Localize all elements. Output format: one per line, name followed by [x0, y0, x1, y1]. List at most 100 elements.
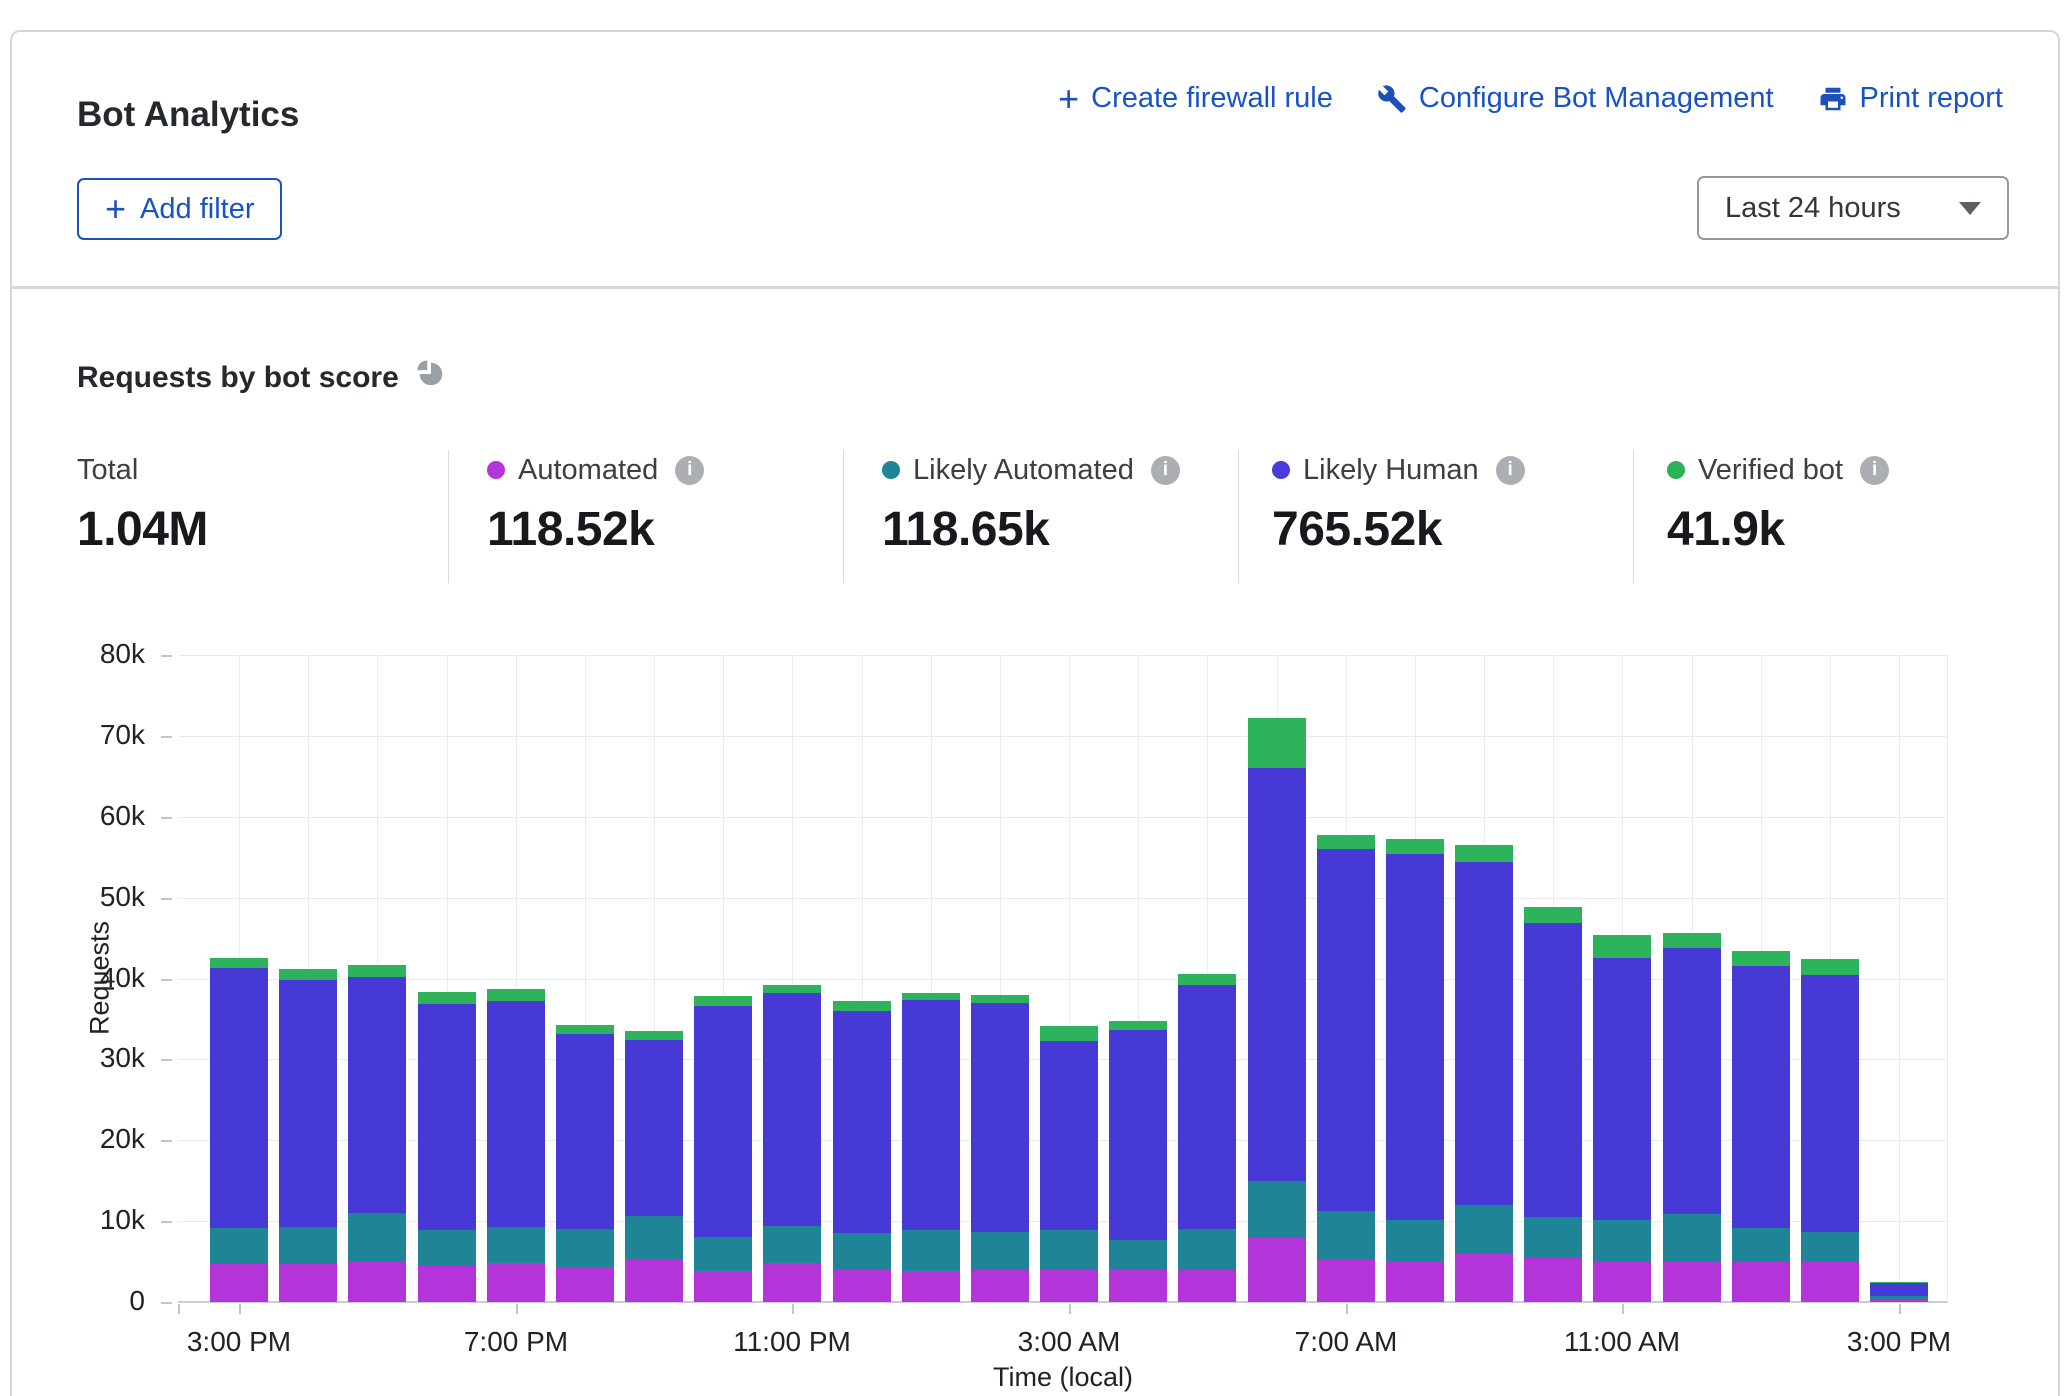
- bar-segment[interactable]: [1593, 1262, 1651, 1302]
- bar-segment[interactable]: [902, 1230, 960, 1271]
- bar-segment[interactable]: [1524, 1217, 1582, 1257]
- bar-segment[interactable]: [833, 1011, 891, 1233]
- bar-segment[interactable]: [556, 1034, 614, 1230]
- bar-segment[interactable]: [1801, 1232, 1859, 1263]
- bar-segment[interactable]: [210, 968, 268, 1228]
- bar-segment[interactable]: [1248, 1237, 1306, 1302]
- bar-segment[interactable]: [1663, 1214, 1721, 1261]
- bar-segment[interactable]: [1593, 935, 1651, 958]
- bar-segment[interactable]: [833, 1233, 891, 1269]
- info-icon[interactable]: i: [1151, 456, 1180, 485]
- bar-segment[interactable]: [1386, 1261, 1444, 1302]
- bar-segment[interactable]: [279, 980, 337, 1227]
- bar-segment[interactable]: [1732, 1262, 1790, 1302]
- bar-segment[interactable]: [210, 958, 268, 969]
- bar-segment[interactable]: [1593, 1220, 1651, 1261]
- bar-segment[interactable]: [763, 1263, 821, 1302]
- bar-segment[interactable]: [1386, 1220, 1444, 1261]
- bar-segment[interactable]: [625, 1031, 683, 1040]
- bar-segment[interactable]: [1109, 1021, 1167, 1031]
- bar-segment[interactable]: [1455, 845, 1513, 862]
- bar-segment[interactable]: [1524, 907, 1582, 922]
- bar-segment[interactable]: [1178, 1229, 1236, 1269]
- bar-segment[interactable]: [1178, 974, 1236, 985]
- bar-segment[interactable]: [1248, 1181, 1306, 1238]
- bar-segment[interactable]: [833, 1269, 891, 1302]
- bar-segment[interactable]: [210, 1228, 268, 1264]
- bar-segment[interactable]: [1248, 718, 1306, 768]
- bar-segment[interactable]: [1455, 862, 1513, 1205]
- bar-segment[interactable]: [1455, 1254, 1513, 1302]
- bar-segment[interactable]: [1870, 1282, 1928, 1283]
- bar-segment[interactable]: [763, 985, 821, 993]
- bar-segment[interactable]: [902, 1271, 960, 1302]
- bar-segment[interactable]: [1109, 1269, 1167, 1302]
- bar-segment[interactable]: [1663, 1261, 1721, 1302]
- bar-segment[interactable]: [1317, 849, 1375, 1211]
- bar-segment[interactable]: [1455, 1205, 1513, 1254]
- bar-segment[interactable]: [902, 1000, 960, 1230]
- bar-segment[interactable]: [1109, 1030, 1167, 1239]
- bar-segment[interactable]: [1524, 923, 1582, 1217]
- bar-segment[interactable]: [1317, 835, 1375, 850]
- bar-segment[interactable]: [348, 977, 406, 1213]
- bar-segment[interactable]: [418, 1230, 476, 1266]
- bar-segment[interactable]: [1178, 985, 1236, 1229]
- bar-segment[interactable]: [1663, 933, 1721, 948]
- bar-segment[interactable]: [1732, 966, 1790, 1229]
- bar-segment[interactable]: [348, 965, 406, 977]
- bar-segment[interactable]: [487, 989, 545, 1001]
- bar-segment[interactable]: [348, 1213, 406, 1262]
- bar-segment[interactable]: [1386, 854, 1444, 1220]
- info-icon[interactable]: i: [675, 456, 704, 485]
- bar-segment[interactable]: [971, 1003, 1029, 1232]
- bar-segment[interactable]: [1524, 1258, 1582, 1302]
- bar-segment[interactable]: [694, 1271, 752, 1302]
- info-icon[interactable]: i: [1860, 456, 1889, 485]
- bar-segment[interactable]: [487, 1227, 545, 1263]
- bar-segment[interactable]: [418, 1004, 476, 1230]
- bar-segment[interactable]: [487, 1001, 545, 1227]
- bar-segment[interactable]: [210, 1264, 268, 1302]
- bar-segment[interactable]: [694, 1237, 752, 1271]
- bar-segment[interactable]: [1248, 768, 1306, 1180]
- bar-segment[interactable]: [1040, 1270, 1098, 1302]
- bar-segment[interactable]: [971, 1270, 1029, 1302]
- bar-segment[interactable]: [625, 1259, 683, 1302]
- create-firewall-rule-link[interactable]: + Create firewall rule: [1058, 82, 1333, 115]
- bar-segment[interactable]: [1040, 1041, 1098, 1230]
- bar-segment[interactable]: [694, 996, 752, 1006]
- bar-segment[interactable]: [763, 993, 821, 1226]
- bar-segment[interactable]: [418, 992, 476, 1004]
- bar-segment[interactable]: [1732, 951, 1790, 966]
- bar-segment[interactable]: [1178, 1270, 1236, 1302]
- bar-segment[interactable]: [487, 1263, 545, 1302]
- bar-segment[interactable]: [625, 1040, 683, 1216]
- bar-segment[interactable]: [1732, 1228, 1790, 1262]
- bar-segment[interactable]: [279, 1227, 337, 1264]
- print-report-link[interactable]: Print report: [1818, 82, 2003, 115]
- bar-segment[interactable]: [971, 995, 1029, 1003]
- bar-segment[interactable]: [1593, 958, 1651, 1220]
- bar-segment[interactable]: [556, 1025, 614, 1034]
- bar-segment[interactable]: [1870, 1296, 1928, 1300]
- bar-segment[interactable]: [1109, 1240, 1167, 1269]
- bar-segment[interactable]: [833, 1001, 891, 1011]
- bar-segment[interactable]: [971, 1232, 1029, 1270]
- bar-segment[interactable]: [1801, 959, 1859, 975]
- bar-segment[interactable]: [1663, 948, 1721, 1214]
- bar-segment[interactable]: [1040, 1230, 1098, 1270]
- bar-segment[interactable]: [1870, 1283, 1928, 1296]
- bar-segment[interactable]: [1317, 1211, 1375, 1260]
- bar-segment[interactable]: [279, 969, 337, 980]
- configure-bot-management-link[interactable]: Configure Bot Management: [1377, 82, 1774, 115]
- bar-segment[interactable]: [1040, 1026, 1098, 1041]
- bar-segment[interactable]: [902, 993, 960, 1000]
- bar-segment[interactable]: [1317, 1260, 1375, 1302]
- bar-segment[interactable]: [556, 1229, 614, 1267]
- bar-segment[interactable]: [1386, 839, 1444, 854]
- bar-segment[interactable]: [279, 1264, 337, 1302]
- bar-segment[interactable]: [625, 1216, 683, 1259]
- add-filter-button[interactable]: + Add filter: [77, 178, 282, 240]
- bar-segment[interactable]: [418, 1266, 476, 1302]
